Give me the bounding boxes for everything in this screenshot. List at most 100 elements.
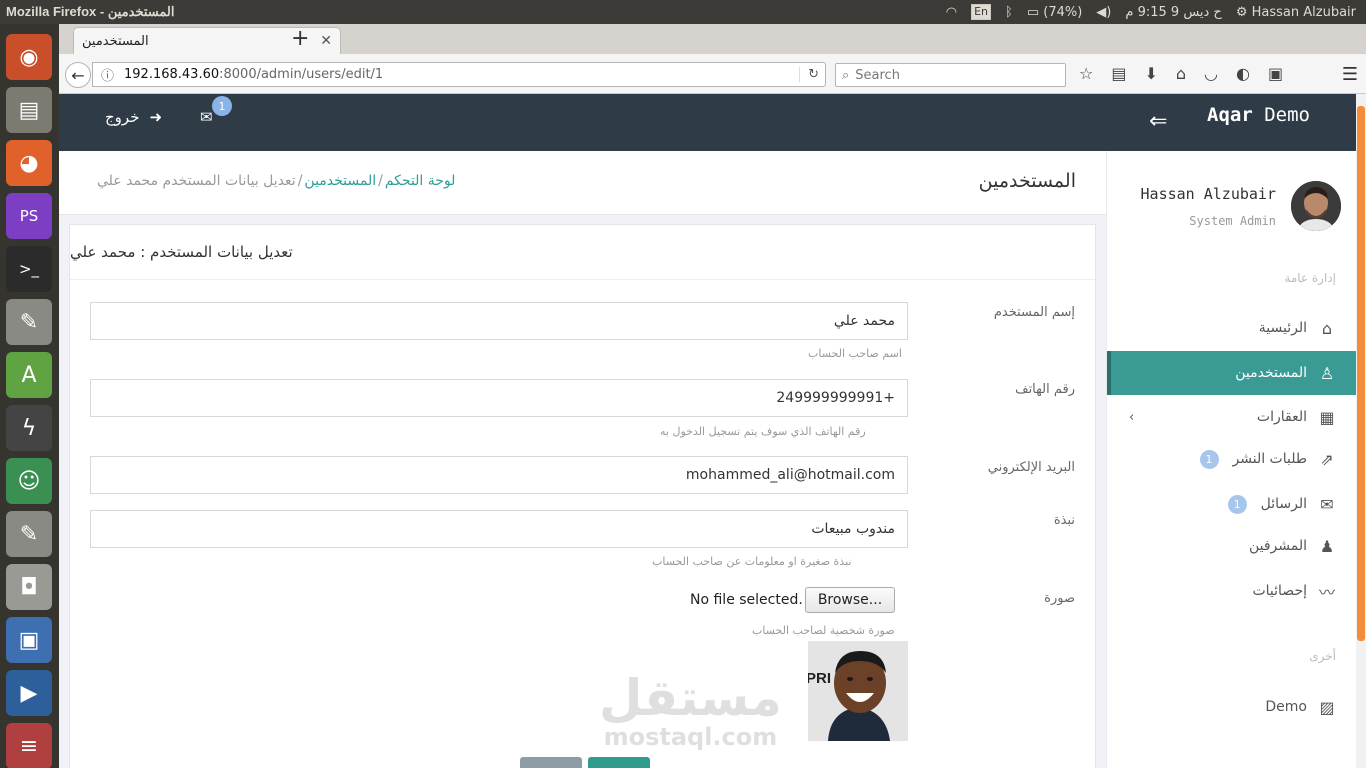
- logout-button[interactable]: خروج ➜: [105, 108, 162, 126]
- files-icon[interactable]: ▤: [6, 87, 52, 133]
- page-scrollbar-thumb[interactable]: [1357, 106, 1365, 641]
- watermark-logo: مستقل mostaql.com: [599, 672, 782, 750]
- battery-percent: (74%): [1043, 4, 1083, 20]
- breadcrumb-current: تعديل بيانات المستخدم محمد علي: [97, 173, 296, 189]
- url-path: :8000/admin/users/edit/1: [219, 67, 384, 82]
- new-tab-icon[interactable]: +: [291, 26, 309, 51]
- bookmark-star-icon[interactable]: ☆: [1079, 64, 1093, 83]
- volume-icon[interactable]: ◀): [1096, 5, 1111, 20]
- brand-logo[interactable]: Aqar Demo: [1207, 104, 1310, 126]
- bio-field[interactable]: مندوب مبيعات: [90, 510, 908, 548]
- info-icon[interactable]: ⓘ: [101, 65, 114, 84]
- avatar[interactable]: [1291, 181, 1341, 231]
- cancel-button[interactable]: [520, 757, 582, 768]
- hamburger-menu-icon[interactable]: ☰: [1342, 64, 1358, 85]
- back-button[interactable]: ←: [65, 62, 91, 88]
- session-user: Hassan Alzubair: [1251, 4, 1356, 20]
- sidebar-item-label: الرسائل: [1260, 496, 1307, 512]
- breadcrumb-users[interactable]: المستخدمين: [304, 173, 376, 189]
- watermark-latin: mostaql.com: [603, 723, 778, 751]
- username-field[interactable]: محمد علي: [90, 302, 908, 340]
- phone-help: رقم الهاتف الذي سوف يتم تسجيل الدخول به: [660, 425, 866, 438]
- remote-desktop-icon[interactable]: ▶: [6, 670, 52, 716]
- file-input[interactable]: No file selected. Browse...: [690, 587, 896, 613]
- browse-button[interactable]: Browse...: [804, 587, 896, 613]
- email-value: mohammed_ali@hotmail.com: [685, 467, 895, 483]
- mail-badge: 1: [212, 96, 232, 116]
- sidebar-item-demo[interactable]: ▨ Demo: [1107, 685, 1356, 729]
- extension-icon[interactable]: ◐: [1236, 64, 1250, 83]
- battery-icon: ▭: [1026, 4, 1040, 20]
- sidebar-item-supervisors[interactable]: ♟ المشرفين: [1107, 524, 1356, 568]
- sidebar-item-users[interactable]: ♙ المستخدمين: [1107, 351, 1356, 395]
- section-other-label: أخرى: [1309, 649, 1336, 663]
- virtualbox-icon[interactable]: ▣: [6, 617, 52, 663]
- envelope-icon: ✉: [1320, 494, 1334, 514]
- tab-title: المستخدمين: [82, 33, 149, 49]
- bolt-app-icon[interactable]: ϟ: [6, 405, 52, 451]
- username-label: إسم المستخدم: [993, 305, 1075, 320]
- battery-indicator[interactable]: ▭ (74%): [1027, 5, 1082, 20]
- phone-value: 249999999991+: [776, 390, 895, 406]
- save-button[interactable]: [588, 757, 650, 768]
- camera-icon[interactable]: ◘: [6, 564, 52, 610]
- phone-label: رقم الهاتف: [1015, 382, 1075, 397]
- addon-icon[interactable]: ▣: [1268, 64, 1283, 83]
- sidebar-item-label: Demo: [1265, 699, 1307, 715]
- user-menu[interactable]: ⚙ Hassan Alzubair: [1236, 5, 1356, 20]
- text-editor-icon[interactable]: ✎: [6, 299, 52, 345]
- photo-label: صورة: [1044, 591, 1075, 606]
- android-studio-icon[interactable]: A: [6, 352, 52, 398]
- ubuntu-dash-icon[interactable]: ◉: [6, 34, 52, 80]
- keyboard-layout-indicator[interactable]: En: [971, 4, 991, 20]
- breadcrumb-separator: /: [297, 173, 303, 189]
- sidebar-item-label: إحصائيات: [1252, 583, 1307, 599]
- sidebar-item-label: المستخدمين: [1235, 365, 1307, 381]
- breadcrumb: لوحة التحكم / المستخدمين / تعديل بيانات …: [97, 173, 455, 189]
- game-icon[interactable]: ☺: [6, 458, 52, 504]
- pocket-icon[interactable]: ◡: [1204, 64, 1218, 83]
- building-icon: ▦: [1319, 407, 1335, 427]
- search-icon: ⌕: [842, 67, 850, 83]
- web-page: خروج ➜ ✉ 1 ⇐ Aqar Demo المستخدمين لوحة ا…: [59, 94, 1356, 768]
- url-bar[interactable]: ⓘ 192.168.43.60:8000/admin/users/edit/1 …: [92, 62, 826, 87]
- breadcrumb-home[interactable]: لوحة التحكم: [385, 173, 456, 189]
- reload-icon[interactable]: ↻: [799, 67, 819, 82]
- envelope-icon[interactable]: ✉: [200, 108, 213, 126]
- brand-light: Demo: [1264, 104, 1310, 126]
- clock[interactable]: ح ديس 9 9:15 م: [1125, 5, 1221, 20]
- app-header: خروج ➜ ✉ 1 ⇐ Aqar Demo: [59, 94, 1356, 151]
- section-general-label: إدارة عامة: [1284, 271, 1336, 285]
- firefox-icon[interactable]: ◕: [6, 140, 52, 186]
- user-role: System Admin: [1189, 214, 1276, 228]
- phpstorm-icon[interactable]: PS: [6, 193, 52, 239]
- phone-field[interactable]: 249999999991+: [90, 379, 908, 417]
- reading-list-icon[interactable]: ▤: [1111, 64, 1126, 83]
- home-icon[interactable]: ⌂: [1176, 64, 1186, 83]
- search-input[interactable]: ⌕ Search: [835, 63, 1066, 87]
- sidebar-item-properties[interactable]: ▦ العقارات ›: [1107, 395, 1356, 439]
- close-tab-icon[interactable]: ✕: [320, 33, 332, 49]
- username-help: اسم صاحب الحساب: [808, 347, 902, 360]
- launcher: ◉ ▤ ◕ PS >_ ✎ Aϟ ☺ ✎ ◘ ▣ ▶ ≡: [0, 24, 59, 768]
- downloads-icon[interactable]: ⬇: [1144, 64, 1157, 83]
- photo-help: صورة شخصية لصاحب الحساب: [752, 624, 895, 637]
- chevron-left-icon[interactable]: ›: [1129, 410, 1134, 425]
- sidebar-item-messages[interactable]: ✉ الرسائل 1: [1107, 482, 1356, 526]
- file-status: No file selected.: [690, 592, 803, 608]
- sidebar-item-publish-requests[interactable]: ⇗ طلبات النشر 1: [1107, 437, 1356, 481]
- sidebar-item-home[interactable]: ⌂ الرئيسية: [1107, 306, 1356, 350]
- wifi-icon[interactable]: ◠: [946, 5, 957, 20]
- email-field[interactable]: mohammed_ali@hotmail.com: [90, 456, 908, 494]
- bluetooth-icon[interactable]: ᛒ: [1005, 5, 1013, 20]
- sidebar-item-label: المشرفين: [1248, 538, 1307, 554]
- avatar-image: [1291, 181, 1341, 231]
- sidebar-toggle-icon[interactable]: ⇐: [1149, 109, 1167, 134]
- user-photo-image: PRI: [808, 641, 908, 741]
- sidebar-item-statistics[interactable]: 〰 إحصائيات: [1107, 569, 1356, 613]
- stacked-apps-icon[interactable]: ≡: [6, 723, 52, 768]
- terminal-icon[interactable]: >_: [6, 246, 52, 292]
- text-editor-2-icon[interactable]: ✎: [6, 511, 52, 557]
- svg-text:PRI: PRI: [808, 670, 831, 687]
- card-title: تعديل بيانات المستخدم : محمد علي: [70, 243, 293, 261]
